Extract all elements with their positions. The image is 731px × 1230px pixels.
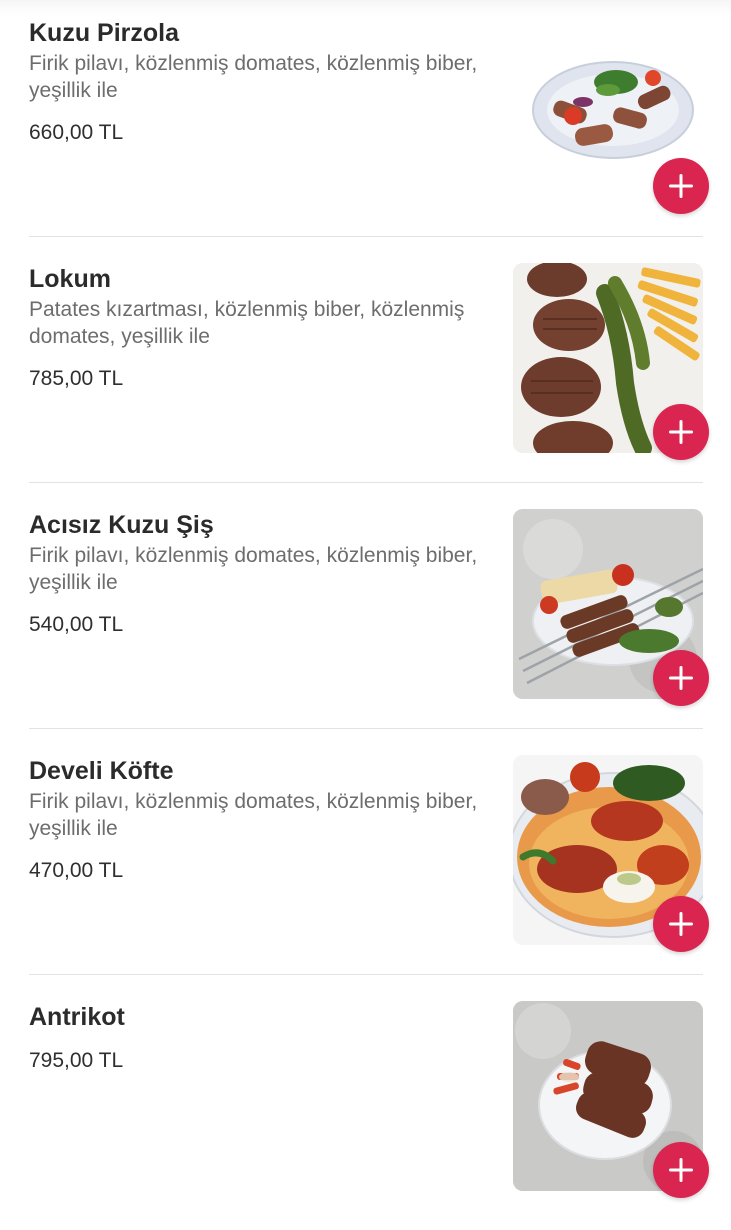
item-name: Lokum <box>29 265 111 293</box>
item-description: Firik pilavı, közlenmiş domates, közlenm… <box>29 544 478 594</box>
plus-icon <box>669 174 693 198</box>
add-to-cart-button[interactable] <box>653 404 709 460</box>
divider <box>29 236 703 237</box>
plus-icon <box>669 912 693 936</box>
divider <box>29 974 703 975</box>
item-name: Develi Köfte <box>29 757 174 785</box>
menu-item-kuzu-pirzola[interactable]: Kuzu Pirzola Firik pilavı, közlenmiş dom… <box>0 0 731 246</box>
item-name: Acısız Kuzu Şiş <box>29 511 214 539</box>
item-price: 540,00 TL <box>29 613 124 636</box>
item-price: 795,00 TL <box>29 1049 124 1072</box>
item-price: 660,00 TL <box>29 121 124 144</box>
item-description: Firik pilavı, közlenmiş domates, közlenm… <box>29 790 478 840</box>
menu-item-lokum[interactable]: Lokum Patates kızartması, közlenmiş bibe… <box>0 246 731 492</box>
add-to-cart-button[interactable] <box>653 1142 709 1198</box>
menu-item-acisiz-kuzu-sis[interactable]: Acısız Kuzu Şiş Firik pilavı, közlenmiş … <box>0 492 731 738</box>
add-to-cart-button[interactable] <box>653 650 709 706</box>
item-name: Antrikot <box>29 1003 125 1031</box>
item-price: 470,00 TL <box>29 859 124 882</box>
item-description: Patates kızartması, közlenmiş biber, köz… <box>29 298 465 348</box>
divider <box>29 482 703 483</box>
add-to-cart-button[interactable] <box>653 158 709 214</box>
menu-item-develi-kofte[interactable]: Develi Köfte Firik pilavı, közlenmiş dom… <box>0 738 731 984</box>
menu-item-antrikot[interactable]: Antrikot 795,00 TL <box>0 984 731 1230</box>
plus-icon <box>669 1158 693 1182</box>
item-name: Kuzu Pirzola <box>29 19 180 47</box>
item-price: 785,00 TL <box>29 367 124 390</box>
add-to-cart-button[interactable] <box>653 896 709 952</box>
plus-icon <box>669 420 693 444</box>
plus-icon <box>669 666 693 690</box>
item-description: Firik pilavı, közlenmiş domates, közlenm… <box>29 52 478 102</box>
divider <box>29 728 703 729</box>
